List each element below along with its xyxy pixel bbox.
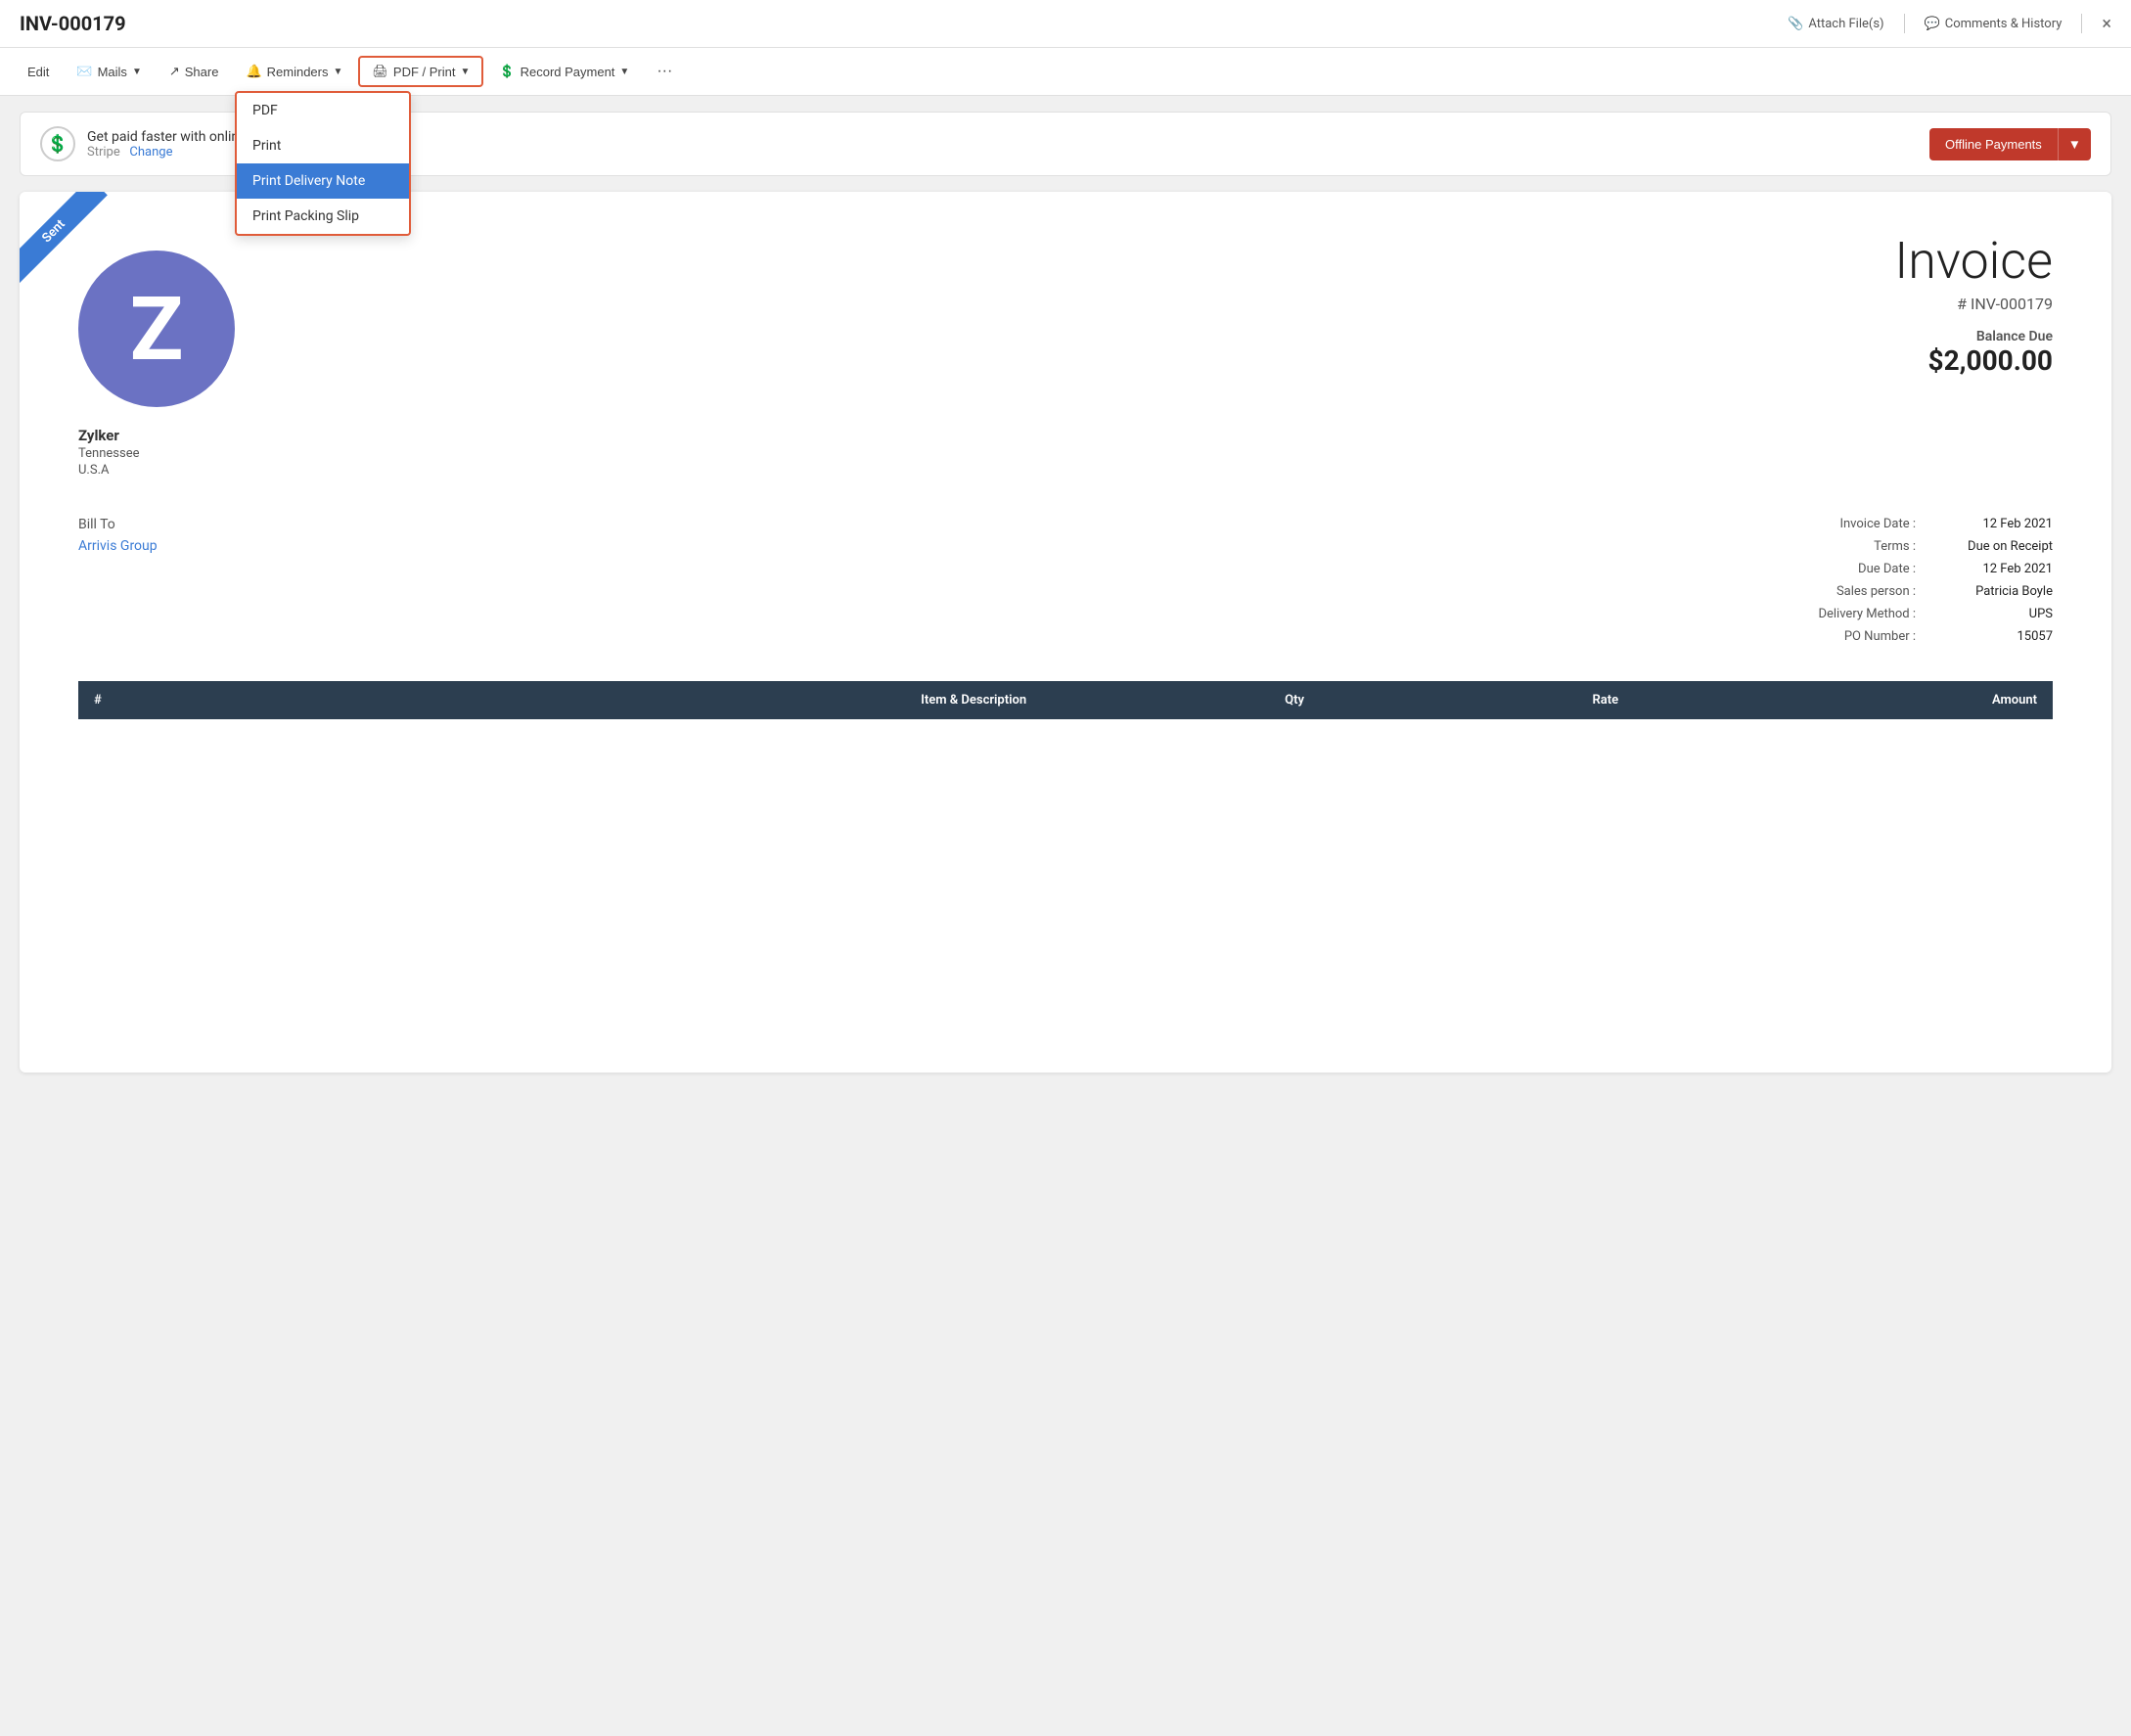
record-payment-dropdown-arrow: ▼	[619, 67, 629, 77]
offline-payments-button[interactable]: Offline Payments	[1929, 128, 2058, 160]
meta-value: 12 Feb 2021	[1935, 562, 2053, 576]
invoice-table: #Item & DescriptionQtyRateAmount	[78, 681, 2053, 719]
meta-value: UPS	[1935, 607, 2053, 621]
sent-ribbon: Sent	[20, 192, 137, 309]
invoice-document: Sent Z Zylker Tennessee U.S.A Invoice # …	[20, 192, 2111, 1073]
offline-payments-arrow[interactable]: ▼	[2058, 128, 2091, 160]
meta-row: Terms : Due on Receipt	[1818, 539, 2053, 554]
bill-to-label: Bill To	[78, 517, 158, 532]
company-state: Tennessee	[78, 446, 235, 461]
top-bar: INV-000179 📎 Attach File(s) 💬 Comments &…	[0, 0, 2131, 48]
reminders-button[interactable]: 🔔 Reminders ▼	[234, 58, 354, 85]
invoice-title-block: Invoice # INV-000179 Balance Due $2,000.…	[1894, 231, 2053, 377]
meta-value: Patricia Boyle	[1935, 584, 2053, 599]
meta-row: Due Date : 12 Feb 2021	[1818, 562, 2053, 576]
attach-icon: 📎	[1788, 17, 1803, 31]
invoice-heading: Invoice	[1894, 231, 2053, 291]
company-name: Zylker	[78, 427, 235, 444]
meta-label: PO Number :	[1844, 629, 1916, 644]
meta-label: Sales person :	[1836, 584, 1916, 599]
meta-label: Due Date :	[1858, 562, 1916, 576]
dropdown-print-delivery[interactable]: Print Delivery Note	[237, 163, 409, 199]
company-info: Zylker Tennessee U.S.A	[78, 427, 235, 478]
share-button[interactable]: ↗ Share	[158, 58, 231, 85]
top-bar-actions: 📎 Attach File(s) 💬 Comments & History ×	[1788, 14, 2111, 34]
comment-icon: 💬	[1925, 17, 1940, 31]
attach-files-button[interactable]: 📎 Attach File(s)	[1788, 17, 1883, 31]
invoice-number: # INV-000179	[1894, 295, 2053, 313]
toolbar: Edit ✉️ Mails ▼ ↗ Share 🔔 Reminders ▼ 🖨 …	[0, 48, 2131, 96]
dropdown-print[interactable]: Print	[237, 128, 409, 163]
change-link[interactable]: Change	[129, 145, 172, 160]
table-header-cell: Qty	[1042, 681, 1320, 719]
record-payment-button[interactable]: 💲 Record Payment ▼	[487, 58, 641, 85]
mails-button[interactable]: ✉️ Mails ▼	[65, 58, 153, 85]
invoice-header: Z Zylker Tennessee U.S.A Invoice # INV-0…	[78, 231, 2053, 478]
comments-history-button[interactable]: 💬 Comments & History	[1925, 17, 2063, 31]
meta-label: Delivery Method :	[1818, 607, 1916, 621]
pdf-print-dropdown: PDF Print Print Delivery Note Print Pack…	[235, 91, 411, 236]
more-button[interactable]: ···	[645, 57, 684, 86]
payment-icon: 💲	[499, 64, 515, 79]
bell-icon: 🔔	[246, 64, 261, 79]
balance-due-amount: $2,000.00	[1894, 344, 2053, 377]
invoice-title: INV-000179	[20, 12, 126, 35]
table-header-cell: Amount	[1634, 681, 2053, 719]
meta-value: 15057	[1935, 629, 2053, 644]
balance-due-label: Balance Due	[1894, 329, 2053, 344]
top-bar-divider2	[2081, 14, 2082, 33]
edit-button[interactable]: Edit	[16, 59, 61, 85]
table-header-cell: Rate	[1320, 681, 1634, 719]
top-bar-divider	[1904, 14, 1905, 33]
pdf-print-dropdown-arrow: ▼	[461, 67, 471, 77]
pdf-print-button[interactable]: 🖨 PDF / Print ▼	[358, 56, 483, 87]
sent-ribbon-label: Sent	[20, 192, 108, 285]
invoice-meta: Invoice Date : 12 Feb 2021 Terms : Due o…	[1818, 517, 2053, 652]
table-header-cell: Item & Description	[292, 681, 1042, 719]
bill-to-name[interactable]: Arrivis Group	[78, 538, 158, 554]
meta-row: Invoice Date : 12 Feb 2021	[1818, 517, 2053, 531]
mails-dropdown-arrow: ▼	[132, 67, 142, 77]
table-header-row: #Item & DescriptionQtyRateAmount	[78, 681, 2053, 719]
meta-row: Delivery Method : UPS	[1818, 607, 2053, 621]
reminders-dropdown-arrow: ▼	[334, 67, 343, 77]
meta-value: 12 Feb 2021	[1935, 517, 2053, 531]
meta-label: Terms :	[1874, 539, 1916, 554]
table-header-cell: #	[78, 681, 292, 719]
offline-payments-group: Offline Payments ▼	[1929, 128, 2091, 160]
invoice-details-section: Bill To Arrivis Group Invoice Date : 12 …	[78, 517, 2053, 652]
table-header: #Item & DescriptionQtyRateAmount	[78, 681, 2053, 719]
bill-to-section: Bill To Arrivis Group	[78, 517, 158, 652]
share-icon: ↗	[169, 64, 180, 79]
close-button[interactable]: ×	[2102, 14, 2111, 34]
payment-icon-circle: 💲	[40, 126, 75, 161]
meta-value: Due on Receipt	[1935, 539, 2053, 554]
dropdown-pdf[interactable]: PDF	[237, 93, 409, 128]
meta-row: Sales person : Patricia Boyle	[1818, 584, 2053, 599]
mail-icon: ✉️	[76, 64, 92, 79]
dropdown-print-packing[interactable]: Print Packing Slip	[237, 199, 409, 234]
print-icon: 🖨	[372, 64, 388, 79]
meta-row: PO Number : 15057	[1818, 629, 2053, 644]
company-country: U.S.A	[78, 463, 235, 478]
meta-label: Invoice Date :	[1839, 517, 1916, 531]
